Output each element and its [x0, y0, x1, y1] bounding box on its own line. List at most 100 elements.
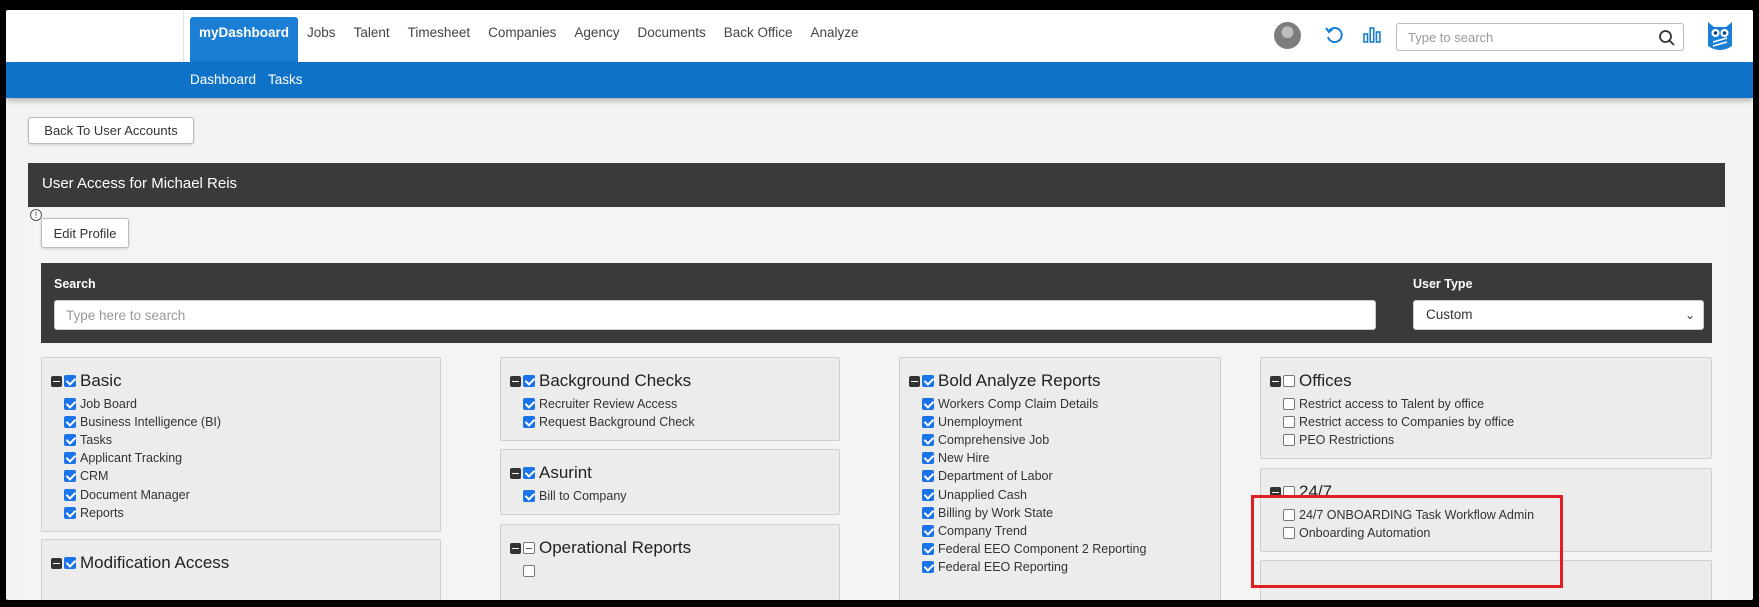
nav-analyze[interactable]: Analyze: [802, 17, 868, 62]
permission-checkbox[interactable]: [1283, 398, 1295, 411]
permission-label: Request Background Check: [539, 415, 695, 430]
permission-checkbox[interactable]: [1283, 509, 1295, 522]
subnav-tasks[interactable]: Tasks: [268, 62, 303, 98]
nav-documents[interactable]: Documents: [628, 17, 714, 62]
owl-logo-icon[interactable]: [1706, 18, 1734, 52]
back-to-user-accounts-button[interactable]: Back To User Accounts: [28, 117, 194, 144]
user-access-panel: User Access for Michael Reis ! Edit Prof…: [28, 163, 1725, 600]
permission-checkbox[interactable]: [922, 542, 934, 555]
permission-checkbox[interactable]: [523, 565, 535, 578]
nav-jobs[interactable]: Jobs: [298, 17, 345, 62]
permission-checkbox[interactable]: [64, 452, 76, 465]
permission-item: CRM: [64, 467, 440, 485]
global-search: [1396, 23, 1684, 51]
permission-item: Applicant Tracking: [64, 449, 440, 467]
permission-checkbox[interactable]: [922, 452, 934, 465]
group-checkbox-bold-analyze-reports[interactable]: [922, 375, 934, 387]
permission-label: Bill to Company: [539, 489, 627, 504]
nav-talent[interactable]: Talent: [345, 17, 399, 62]
permission-item: Restrict access to Talent by office: [1283, 395, 1711, 413]
nav-mydashboard[interactable]: myDashboard: [190, 17, 299, 62]
permission-checkbox[interactable]: [523, 398, 535, 411]
collapse-icon[interactable]: [909, 375, 920, 387]
permission-checkbox[interactable]: [922, 488, 934, 501]
permission-label: Unapplied Cash: [938, 487, 1027, 502]
permission-label: Reports: [80, 505, 124, 520]
permission-item: Recruiter Review Access: [523, 395, 839, 413]
user-type-select[interactable]: Custom ⌄: [1413, 300, 1704, 330]
permission-item: Onboarding Automation: [1283, 524, 1711, 542]
permission-label: Billing by Work State: [938, 505, 1054, 520]
panel-title: User Access for Michael Reis: [28, 163, 1725, 207]
chevron-down-icon: ⌄: [1684, 308, 1695, 322]
nav-agency[interactable]: Agency: [565, 17, 628, 62]
permission-checkbox[interactable]: [64, 488, 76, 501]
search-icon[interactable]: [1657, 28, 1677, 48]
group-checkbox-basic[interactable]: [64, 375, 76, 387]
collapse-icon[interactable]: [1270, 486, 1281, 498]
refresh-icon[interactable]: [1323, 24, 1345, 46]
global-search-input[interactable]: [1397, 24, 1637, 50]
permission-checkbox[interactable]: [523, 416, 535, 429]
permission-checkbox[interactable]: [64, 506, 76, 519]
group-offices: Offices Restrict access to Talent by off…: [1260, 357, 1712, 459]
permission-checkbox[interactable]: [922, 506, 934, 519]
search-label: Search: [54, 277, 96, 291]
permission-search-input[interactable]: [54, 300, 1376, 330]
collapse-icon[interactable]: [51, 557, 62, 569]
permission-label: Restrict access to Talent by office: [1299, 397, 1485, 412]
collapse-icon[interactable]: [1270, 375, 1281, 387]
group-next: [1260, 560, 1712, 600]
group-checkbox-asurint[interactable]: [523, 467, 535, 479]
permission-checkbox[interactable]: [1283, 434, 1295, 447]
nav-timesheet[interactable]: Timesheet: [399, 17, 480, 62]
group-title: Asurint: [539, 463, 592, 482]
group-operational-reports: Operational Reports: [500, 524, 840, 600]
permission-label: Applicant Tracking: [80, 451, 183, 466]
collapse-icon[interactable]: [51, 375, 62, 387]
permission-label: New Hire: [938, 451, 990, 466]
collapse-icon[interactable]: [510, 375, 521, 387]
permission-checkbox[interactable]: [64, 398, 76, 411]
permission-label: Job Board: [80, 397, 137, 412]
permission-checkbox[interactable]: [1283, 416, 1295, 429]
permission-item: Billing by Work State: [922, 504, 1220, 522]
subnav-dashboard[interactable]: Dashboard: [190, 62, 256, 98]
collapse-icon[interactable]: [510, 542, 521, 554]
permission-checkbox[interactable]: [523, 490, 535, 503]
company-logo-area: [6, 10, 184, 62]
filter-bar: Search User Type Custom ⌄: [41, 263, 1712, 343]
nav-back-office[interactable]: Back Office: [715, 17, 802, 62]
group-checkbox-24-7[interactable]: [1283, 486, 1295, 498]
nav-companies[interactable]: Companies: [479, 17, 565, 62]
group-asurint: Asurint Bill to Company: [500, 449, 840, 515]
collapse-icon[interactable]: [510, 467, 521, 479]
permission-label: Business Intelligence (BI): [80, 415, 222, 430]
user-avatar[interactable]: [1274, 22, 1301, 49]
permission-checkbox[interactable]: [922, 560, 934, 573]
permission-checkbox[interactable]: [64, 416, 76, 429]
permission-item: Workers Comp Claim Details: [922, 395, 1220, 413]
permission-checkbox[interactable]: [922, 434, 934, 447]
permission-checkbox[interactable]: [64, 470, 76, 483]
analytics-icon[interactable]: [1361, 24, 1383, 46]
group-checkbox-background-checks[interactable]: [523, 375, 535, 387]
permission-item: Unapplied Cash: [922, 485, 1220, 503]
permission-checkbox[interactable]: [922, 470, 934, 483]
permission-item: Federal EEO Component 2 Reporting: [922, 540, 1220, 558]
permission-checkbox[interactable]: [1283, 527, 1295, 540]
permission-checkbox[interactable]: [64, 434, 76, 447]
edit-profile-button[interactable]: Edit Profile: [41, 218, 129, 248]
permission-checkbox[interactable]: [922, 416, 934, 429]
group-checkbox-modification-access[interactable]: [64, 557, 76, 569]
permission-checkbox[interactable]: [922, 398, 934, 411]
permission-label: Company Trend: [938, 523, 1027, 538]
group-checkbox-operational-reports[interactable]: [523, 542, 535, 554]
group-checkbox-offices[interactable]: [1283, 375, 1295, 387]
permission-checkbox[interactable]: [922, 524, 934, 537]
permission-label: 24/7 ONBOARDING Task Workflow Admin: [1299, 508, 1535, 523]
permission-label: Onboarding Automation: [1299, 526, 1431, 541]
user-type-value: Custom: [1426, 307, 1473, 322]
group-basic: Basic Job Board Business Intelligence (B…: [41, 357, 441, 532]
permission-label: Unemployment: [938, 415, 1023, 430]
